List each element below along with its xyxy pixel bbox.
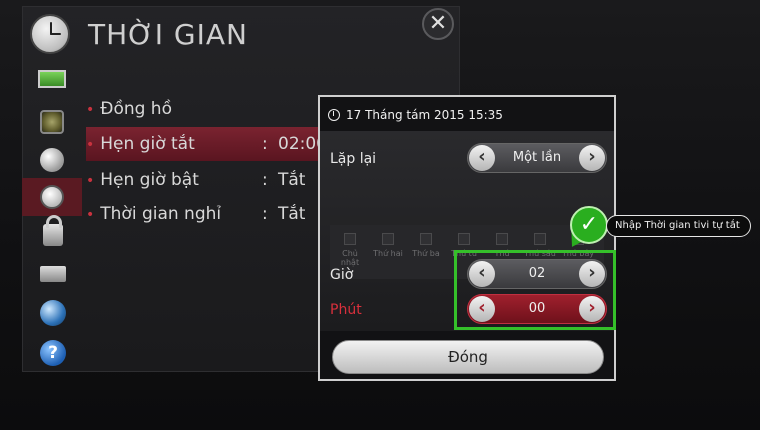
- tv-picture-icon[interactable]: [38, 70, 66, 88]
- globe-icon[interactable]: [40, 300, 66, 326]
- menu-item-hen-gio-bat[interactable]: • Hẹn giờ bật : Tắt: [86, 164, 326, 196]
- repeat-value: Một lần: [512, 150, 562, 165]
- help-icon[interactable]: ?: [40, 340, 66, 366]
- keyboard-icon[interactable]: [40, 266, 66, 282]
- menu-item-thoi-gian-nghi[interactable]: • Thời gian nghỉ : Tắt: [86, 198, 326, 230]
- repeat-spinner[interactable]: ‹ Một lần ›: [467, 143, 607, 173]
- menu-item-value: Tắt: [278, 204, 306, 224]
- dialog-datetime: 17 Tháng tám 2015 15:35: [346, 108, 503, 122]
- close-button[interactable]: ✕: [422, 8, 454, 40]
- hour-label: Giờ: [330, 267, 354, 283]
- repeat-label: Lặp lại: [330, 151, 377, 167]
- callout-label: Nhập Thời gian tivi tự tắt: [606, 215, 751, 237]
- sidebar-clock-icon[interactable]: [40, 185, 64, 209]
- menu-item-label: Hẹn giờ tắt: [100, 134, 195, 154]
- close-icon: ✕: [428, 11, 448, 36]
- check-icon: ✓: [570, 206, 608, 244]
- tv-screen: THỜI GIAN ✕ ? • Đồng hồ • Hẹn giờ tắt : 02…: [0, 0, 760, 430]
- menu-item-dong-ho[interactable]: • Đồng hồ: [86, 93, 326, 125]
- bullet-icon: •: [86, 102, 95, 118]
- menu-item-value: Tắt: [278, 170, 306, 190]
- weekday-tue[interactable]: Thứ ba: [409, 233, 443, 258]
- bullet-icon: •: [86, 207, 95, 223]
- minute-label: Phút: [330, 302, 362, 318]
- speaker-icon[interactable]: [40, 110, 64, 134]
- menu-item-label: Hẹn giờ bật: [100, 170, 199, 190]
- menu-item-label: Đồng hồ: [100, 99, 172, 119]
- close-dialog-button[interactable]: Đóng: [332, 340, 604, 374]
- menu-item-label: Thời gian nghỉ: [100, 204, 222, 224]
- chevron-right-icon[interactable]: ›: [579, 145, 605, 171]
- clock-icon: [30, 14, 70, 54]
- weekday-mon[interactable]: Thứ hai: [371, 233, 405, 258]
- bullet-icon: •: [86, 173, 95, 189]
- page-title: THỜI GIAN: [88, 18, 248, 51]
- satellite-dish-icon[interactable]: [40, 148, 64, 172]
- lock-icon[interactable]: [43, 215, 63, 246]
- bullet-icon: •: [86, 137, 95, 153]
- menu-item-colon: :: [262, 204, 268, 224]
- menu-item-hen-gio-tat[interactable]: • Hẹn giờ tắt : 02:00: [86, 128, 327, 160]
- menu-item-colon: :: [262, 170, 268, 190]
- chevron-left-icon[interactable]: ‹: [469, 145, 495, 171]
- menu-item-colon: :: [262, 134, 268, 154]
- time-input-highlight: [454, 250, 616, 330]
- weekday-sun[interactable]: Chủ nhật: [333, 233, 367, 267]
